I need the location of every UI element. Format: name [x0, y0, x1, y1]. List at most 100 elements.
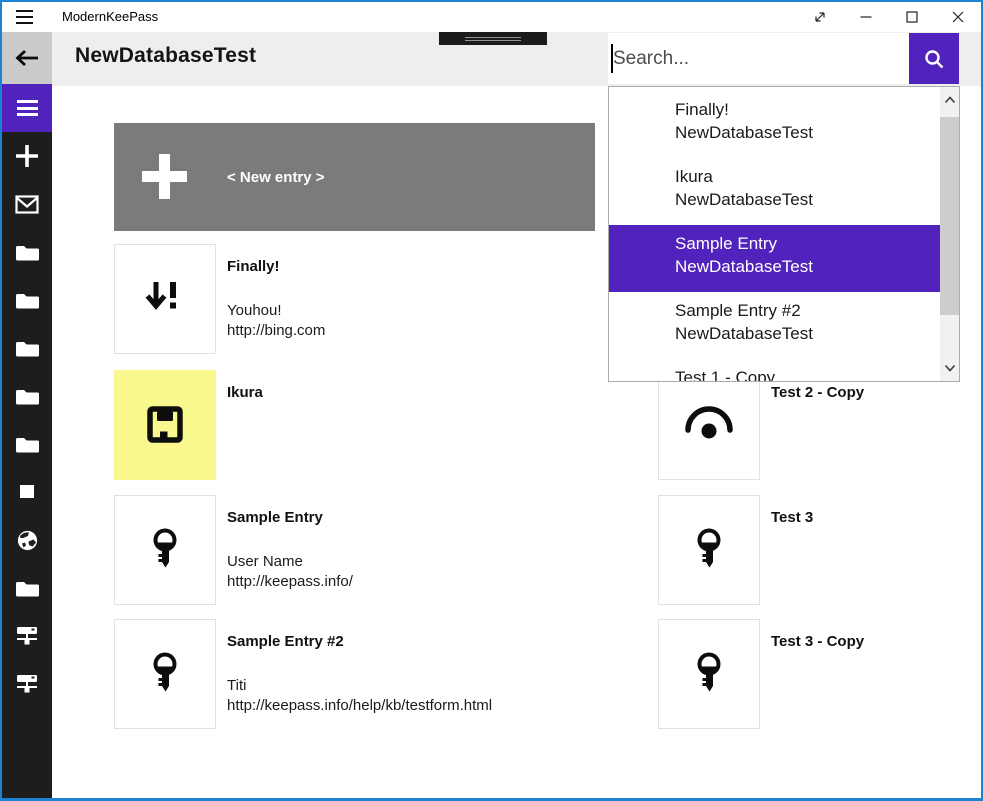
entry-tile[interactable] — [658, 370, 760, 480]
new-entry-button[interactable]: < New entry > — [114, 123, 595, 231]
entry-row[interactable]: Sample Entry User Name http://keepass.in… — [114, 495, 574, 605]
magnifier-icon — [923, 48, 945, 70]
down-arrow-exclamation-icon — [141, 275, 189, 323]
entry-url: http://keepass.info/help/kb/testform.htm… — [227, 696, 572, 716]
entry-tile[interactable] — [114, 244, 216, 354]
result-title: Sample Entry — [675, 232, 959, 255]
globe-icon — [16, 529, 39, 552]
sidebar-item-mail[interactable] — [2, 180, 52, 228]
hamburger-icon — [17, 100, 38, 116]
search-button[interactable] — [909, 33, 959, 84]
entry-row[interactable]: Test 3 — [658, 495, 958, 605]
entry-tile[interactable] — [114, 619, 216, 729]
sidebar-item-group[interactable] — [2, 228, 52, 276]
result-title: Test 1 - Copy — [675, 366, 959, 382]
folder-icon — [16, 292, 39, 309]
scroll-down-icon[interactable] — [940, 358, 959, 378]
entry-title: Ikura — [227, 384, 572, 401]
mail-icon — [15, 195, 39, 214]
entry-tile[interactable] — [114, 370, 216, 480]
search-result-item[interactable]: Ikura NewDatabaseTest — [609, 158, 959, 225]
entry-row[interactable]: Ikura — [114, 370, 574, 480]
sidebar-item-group[interactable] — [2, 372, 52, 420]
search-input[interactable] — [608, 33, 909, 84]
result-title: Finally! — [675, 98, 959, 121]
titlebar: ModernKeePass — [2, 2, 981, 32]
sidebar-item-group[interactable] — [2, 516, 52, 564]
entry-username: Titi — [227, 676, 572, 696]
minimize-icon[interactable] — [843, 2, 889, 32]
entry-tile[interactable] — [114, 495, 216, 605]
entry-title: Test 3 - Copy — [771, 633, 983, 650]
add-entry-button[interactable] — [2, 132, 52, 180]
key-icon — [141, 650, 189, 698]
sidebar-item-group[interactable] — [2, 420, 52, 468]
search-result-item[interactable]: Finally! NewDatabaseTest — [609, 91, 959, 158]
sidebar-item-group[interactable] — [2, 564, 52, 612]
search-result-item[interactable]: Test 1 - Copy — [609, 359, 959, 382]
folder-icon — [16, 340, 39, 357]
page-title: NewDatabaseTest — [75, 44, 256, 68]
result-subtitle: NewDatabaseTest — [675, 255, 959, 278]
entry-row[interactable]: Test 3 - Copy — [658, 619, 958, 729]
key-icon — [141, 526, 189, 574]
entry-url: http://bing.com — [227, 321, 572, 341]
floppy-disk-icon — [141, 401, 189, 449]
folder-icon — [16, 436, 39, 453]
menu-button[interactable] — [2, 84, 52, 132]
search-box — [608, 33, 959, 84]
entry-title: Sample Entry — [227, 509, 572, 526]
appbar-peek-handle[interactable] — [439, 32, 547, 45]
sidebar — [2, 32, 52, 798]
titlebar-hamburger-icon[interactable] — [16, 10, 33, 24]
sidebar-item-group[interactable] — [2, 612, 52, 660]
back-button[interactable] — [2, 32, 52, 84]
entry-row[interactable]: Sample Entry #2 Titi http://keepass.info… — [114, 619, 574, 729]
sidebar-item-group[interactable] — [2, 324, 52, 372]
search-results-dropdown: Finally! NewDatabaseTest Ikura NewDataba… — [608, 86, 960, 382]
search-result-item[interactable]: Sample Entry #2 NewDatabaseTest — [609, 292, 959, 359]
plus-icon — [15, 144, 39, 168]
square-icon — [20, 485, 34, 499]
entry-title: Test 2 - Copy — [771, 384, 983, 401]
entry-title: Sample Entry #2 — [227, 633, 572, 650]
entry-row[interactable]: Test 2 - Copy — [658, 370, 958, 480]
scrollbar-thumb[interactable] — [940, 117, 959, 315]
entry-username: Youhou! — [227, 301, 572, 321]
back-arrow-icon — [14, 48, 41, 68]
entry-username: User Name — [227, 552, 572, 572]
folder-icon — [16, 388, 39, 405]
result-subtitle: NewDatabaseTest — [675, 121, 959, 144]
new-entry-label: < New entry > — [227, 169, 325, 186]
entry-tile[interactable] — [658, 619, 760, 729]
scroll-up-icon[interactable] — [940, 90, 959, 110]
key-icon — [685, 526, 733, 574]
sidebar-item-group[interactable] — [2, 276, 52, 324]
app-window: ModernKeePass — [0, 0, 983, 801]
entry-title: Test 3 — [771, 509, 983, 526]
sidebar-item-group[interactable] — [2, 468, 52, 516]
window-title: ModernKeePass — [62, 9, 158, 24]
window-controls — [797, 2, 981, 32]
close-icon[interactable] — [935, 2, 981, 32]
folder-icon — [16, 580, 39, 597]
entry-url: http://keepass.info/ — [227, 572, 572, 592]
key-icon — [685, 650, 733, 698]
resize-diagonal-icon[interactable] — [797, 2, 843, 32]
scrollbar[interactable] — [940, 87, 959, 381]
plus-icon — [142, 154, 187, 199]
result-subtitle: NewDatabaseTest — [675, 188, 959, 211]
maximize-icon[interactable] — [889, 2, 935, 32]
result-title: Ikura — [675, 165, 959, 188]
network-drive-icon — [16, 674, 38, 694]
entry-row[interactable]: Finally! Youhou! http://bing.com — [114, 244, 574, 354]
eye-icon — [684, 401, 734, 449]
network-drive-icon — [16, 626, 38, 646]
entry-tile[interactable] — [658, 495, 760, 605]
result-subtitle: NewDatabaseTest — [675, 322, 959, 345]
search-result-item[interactable]: Sample Entry NewDatabaseTest — [609, 225, 959, 292]
text-caret — [611, 44, 613, 73]
folder-icon — [16, 244, 39, 261]
sidebar-item-group[interactable] — [2, 660, 52, 708]
result-title: Sample Entry #2 — [675, 299, 959, 322]
